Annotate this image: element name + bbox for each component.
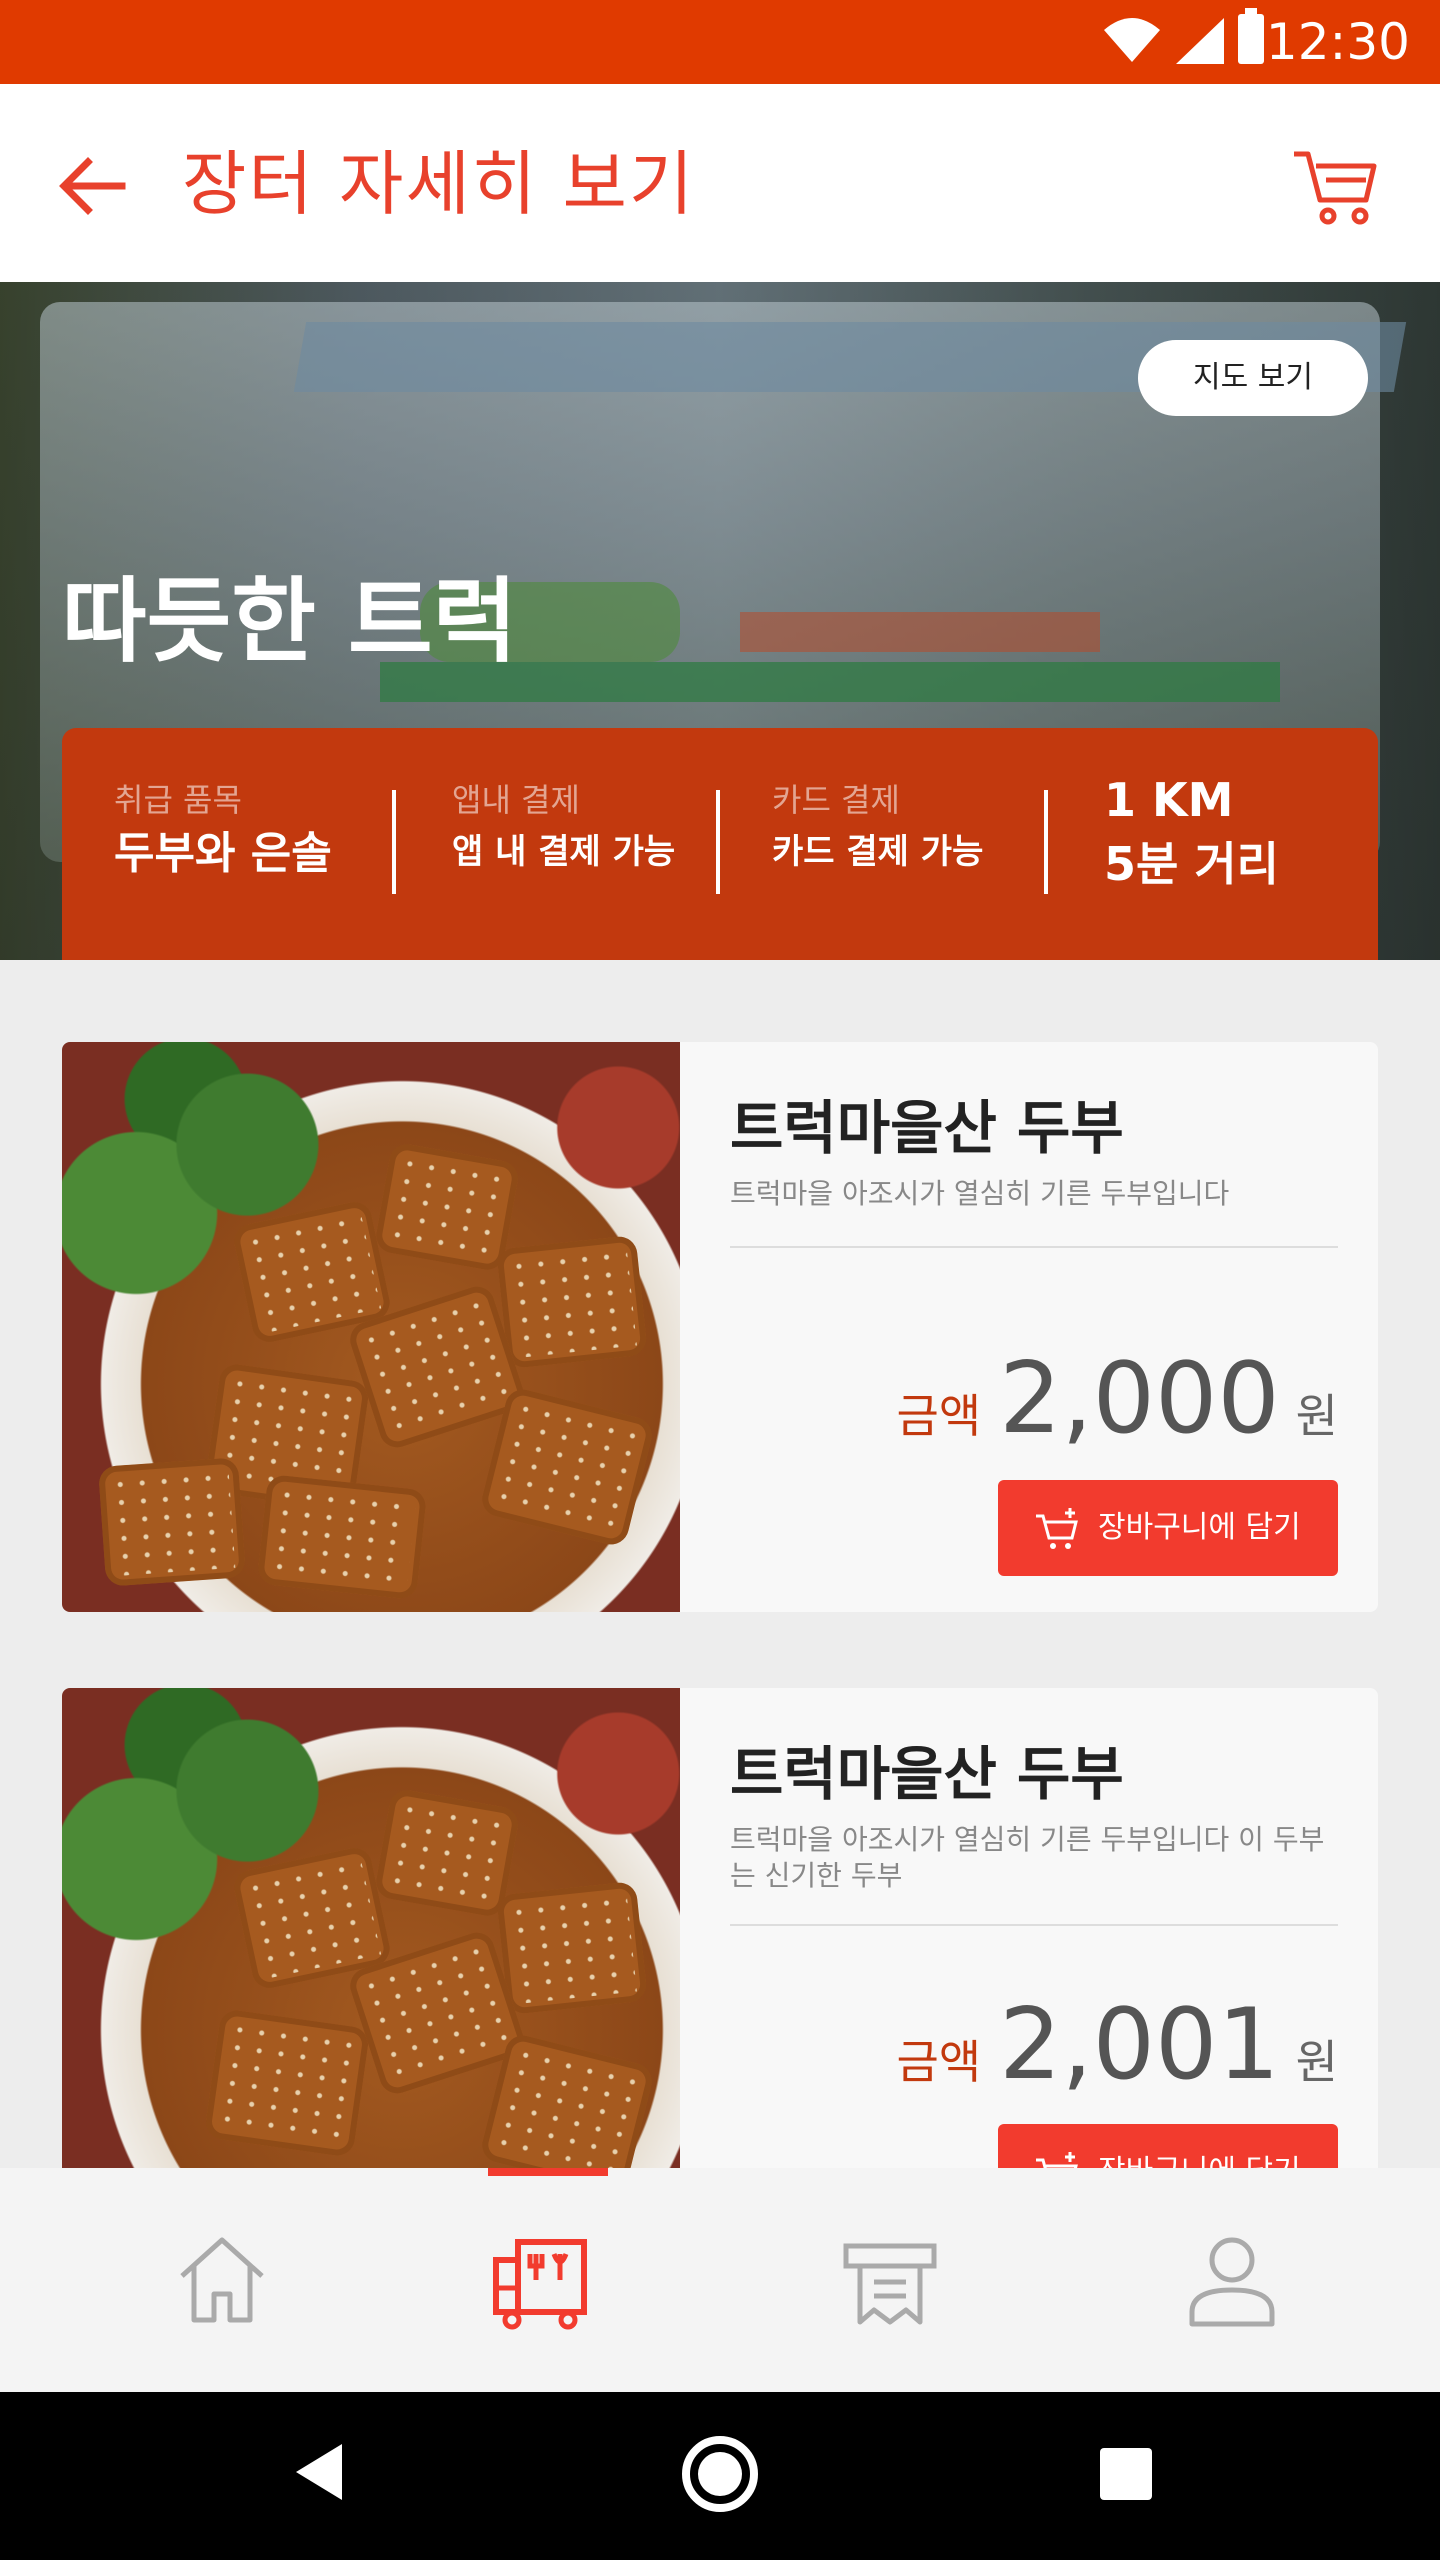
market-info-card: 취급 품목 두부와 은솔 앱내 결제 앱 내 결제 가능 카드 결제 카드 결제…: [62, 728, 1378, 960]
home-icon: [180, 2237, 264, 2323]
system-back-icon[interactable]: [294, 2442, 344, 2502]
signal-icon: [1176, 18, 1224, 64]
product-info: 트럭마을산 두부 트럭마을 아조시가 열심히 기른 두부입니다 이 두부는 신기…: [680, 1688, 1378, 2168]
hero-banner: 지도 보기 따듯한 트럭 취급 품목 두부와 은솔 앱내 결제 앱 내 결제 가…: [0, 282, 1440, 960]
nav-orders[interactable]: [710, 2168, 1070, 2392]
divider: [392, 790, 396, 894]
product-card[interactable]: 트럭마을산 두부 트럭마을 아조시가 열심히 기른 두부입니다 이 두부는 신기…: [62, 1688, 1378, 2168]
divider: [716, 790, 720, 894]
cart-add-icon: [1036, 2152, 1078, 2168]
divider: [730, 1246, 1338, 1248]
price-label: 금액: [896, 2035, 982, 2089]
product-image: [62, 1042, 680, 1612]
nav-market[interactable]: [360, 2168, 720, 2392]
profile-icon: [1189, 2237, 1275, 2327]
info-value: 두부와 은솔: [114, 828, 332, 879]
system-navigation-bar: [0, 2392, 1440, 2560]
price-value: 2,001: [999, 1988, 1280, 2102]
product-info: 트럭마을산 두부 트럭마을 아조시가 열심히 기른 두부입니다 금액 2,000 원…: [680, 1042, 1378, 1612]
product-name: 트럭마을산 두부: [730, 1094, 1124, 1162]
product-description: 트럭마을 아조시가 열심히 기른 두부입니다: [730, 1177, 1230, 1210]
add-to-cart-button[interactable]: 장바구니에 담기: [998, 2124, 1338, 2168]
market-truck-icon: [493, 2239, 587, 2330]
bottom-navigation: [0, 2168, 1440, 2392]
add-to-cart-button[interactable]: 장바구니에 담기: [998, 1480, 1338, 1576]
product-card[interactable]: 트럭마을산 두부 트럭마을 아조시가 열심히 기른 두부입니다 금액 2,000 원…: [62, 1042, 1378, 1612]
info-value: 카드 결제 가능: [772, 832, 984, 872]
info-label: 카드 결제: [772, 781, 900, 819]
system-home-icon[interactable]: [682, 2436, 758, 2512]
receipt-icon: [843, 2243, 937, 2325]
page-title: 장터 자세히 보기: [182, 143, 696, 225]
back-arrow-icon[interactable]: [52, 146, 132, 226]
distance-value: 1 KM: [1104, 773, 1234, 827]
battery-icon: [1238, 8, 1264, 64]
cart-add-icon: [1036, 1508, 1078, 1549]
price-label: 금액: [896, 1389, 982, 1443]
info-label: 취급 품목: [114, 781, 242, 819]
price-unit: 원: [1295, 1389, 1338, 1443]
app-bar: 장터 자세히 보기: [0, 84, 1440, 282]
divider: [1044, 790, 1048, 894]
price-value: 2,000: [999, 1342, 1280, 1456]
info-distance: 1 KM 5분 거리: [1104, 768, 1279, 896]
status-bar: 12:30: [0, 0, 1440, 84]
info-card-pay: 카드 결제 카드 결제 가능: [772, 778, 983, 882]
status-time: 12:30: [1265, 13, 1410, 71]
price-unit: 원: [1295, 2035, 1338, 2089]
walk-time-value: 5분 거리: [1104, 837, 1279, 891]
price-row: 금액 2,000 원: [896, 1342, 1338, 1456]
nav-home[interactable]: [42, 2168, 402, 2392]
info-value: 앱 내 결제 가능: [452, 832, 676, 872]
add-to-cart-label: 장바구니에 담기: [1098, 1510, 1301, 1545]
info-items: 취급 품목 두부와 은솔: [114, 778, 332, 886]
wifi-icon: [1104, 18, 1160, 62]
add-to-cart-label: 장바구니에 담기: [1098, 2154, 1301, 2168]
product-name: 트럭마을산 두부: [730, 1740, 1124, 1808]
divider: [730, 1924, 1338, 1926]
cart-icon[interactable]: [1290, 140, 1380, 230]
system-recents-icon[interactable]: [1100, 2448, 1152, 2500]
produce-shelf: [740, 612, 1100, 652]
product-image: [62, 1688, 680, 2168]
map-view-button[interactable]: 지도 보기: [1138, 340, 1368, 416]
product-description: 트럭마을 아조시가 열심히 기른 두부입니다 이 두부는 신기한 두부: [730, 1823, 1325, 1892]
info-app-pay: 앱내 결제 앱 내 결제 가능: [452, 778, 675, 882]
price-row: 금액 2,001 원: [896, 1988, 1338, 2102]
nav-profile[interactable]: [1052, 2168, 1412, 2392]
info-label: 앱내 결제: [452, 781, 580, 819]
market-title: 따듯한 트럭: [62, 568, 518, 675]
